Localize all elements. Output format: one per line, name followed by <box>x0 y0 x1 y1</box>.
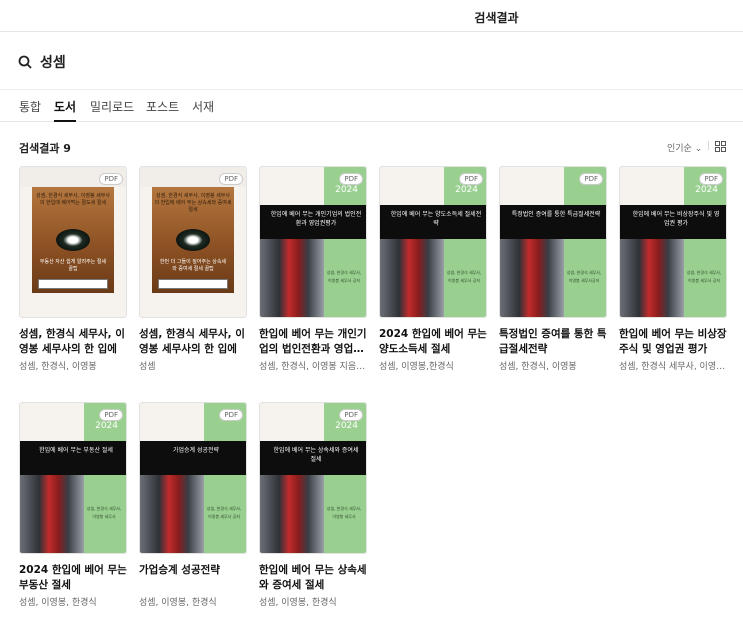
book-title[interactable]: 가업승계 성공전략 <box>139 563 247 593</box>
result-count: 검색결과 9 <box>19 142 71 155</box>
cover-text: 성셈, 한경식 세무사, 이영봉 세무사의 한입에 베어 무는 상속세와 증여세… <box>154 193 232 213</box>
cover-text: 한입에 베어 무는 부동산 절세 <box>39 447 113 454</box>
chevron-down-icon: ⌄ <box>694 144 703 154</box>
cover-info: 성셈, 한경식 세무사, 이영봉 세무사 공저 <box>206 506 242 519</box>
cover-green-band <box>204 403 246 553</box>
cover-train-photo <box>500 239 564 317</box>
grid-view-icon[interactable] <box>715 141 726 152</box>
book-card[interactable]: PDF 2024 한입에 베어 무는 비상장주식 및 영업권 평가 성셈, 한경… <box>619 166 727 372</box>
book-card[interactable]: PDF 성셈, 한경식 세무사, 이영봉 세무사의 한입에 베어먹는 절도세 절… <box>19 166 127 372</box>
cover-box <box>38 279 108 289</box>
book-cover[interactable]: PDF 가업승계 성공전략 성셈, 한경식 세무사, 이영봉 세무사 공저 <box>139 402 247 554</box>
cover-train-photo <box>260 475 324 553</box>
pdf-badge: PDF <box>579 173 603 185</box>
book-card[interactable]: PDF 2024 한입에 베어 무는 부동산 절세 성셈, 한경식 세무사, 이… <box>19 402 127 608</box>
book-author: 성셈 <box>139 362 156 372</box>
cover-subtitle: 부동산 자산 쉽게 알려주는 절세 꿀팁 <box>39 259 107 272</box>
search-bar[interactable]: 성셈 <box>0 32 743 90</box>
book-author: 성셈, 이영봉, 한경식 <box>19 598 97 608</box>
pdf-badge: PDF <box>339 173 363 185</box>
book-card[interactable]: PDF 2024 한입에 베어 무는 상속세와 증여세 절세 성셈, 한경식 세… <box>259 402 367 608</box>
book-cover[interactable]: PDF 2024 한입에 베어 무는 비상장주식 및 영업권 평가 성셈, 한경… <box>619 166 727 318</box>
cover-text: 성셈, 한경식 세무사, 이영봉 세무사의 한입에 베어먹는 절도세 절세 <box>36 193 110 206</box>
pdf-badge: PDF <box>219 173 243 185</box>
page-header: 검색결과 <box>0 0 743 32</box>
tab-bar: 통합 도서 밀리로드 포스트 서재 <box>0 90 743 122</box>
book-title[interactable]: 2024 한입에 베어 무는 부동산 절세 <box>19 563 127 593</box>
tab-all[interactable]: 통합 <box>19 98 41 115</box>
cover-text: 한입에 베어 무는 상속세와 증여세 절세 <box>273 447 359 463</box>
cover-text: 한입에 베어 무는 양도소득세 절세전략 <box>390 211 482 227</box>
book-author: 성셈, 한경식, 이영봉 <box>19 362 97 372</box>
cover-info: 성셈, 한경식 세무사, 이영봉 세무사 공저 <box>446 270 482 283</box>
cover-year: 2024 <box>95 421 118 431</box>
cover-info: 성셈, 한경식 세무사, 이영봉 세무사 <box>86 506 122 519</box>
tab-post[interactable]: 포스트 <box>146 98 179 115</box>
cover-text: 한입에 베어 무는 개인기업의 법인전환과 영업권평가 <box>270 211 362 227</box>
cover-info: 성셈, 한경식 세무사, 이영봉 세무사 공저 <box>686 270 722 283</box>
page-title: 검색결과 <box>474 11 519 25</box>
cover-year: 2024 <box>335 421 358 431</box>
book-title[interactable]: 성셈, 한경식 세무사, 이영봉 세무사의 한 입에 … <box>19 327 127 357</box>
cover-text: 가업승계 성공전략 <box>172 447 220 454</box>
pdf-badge: PDF <box>339 409 363 421</box>
cover-year: 2024 <box>455 185 478 195</box>
cover-train-photo <box>380 239 444 317</box>
cover-info: 성셈, 한경식 세무사, 이영봉 세무사공저 <box>566 270 602 283</box>
book-author: 성셈, 이영봉,한경식 <box>379 362 454 372</box>
cover-sushi-image <box>176 229 210 251</box>
book-title[interactable]: 2024 한입에 베어 무는 양도소득세 절세 <box>379 327 487 357</box>
book-cover[interactable]: PDF 2024 한입에 베어 무는 부동산 절세 성셈, 한경식 세무사, 이… <box>19 402 127 554</box>
book-author: 성셈, 한경식 세무사, 이영… <box>619 362 726 372</box>
cover-subtitle: 한번 더 그들이 짚어주는 상속세와 증여세 절세 꿀팁 <box>159 259 227 272</box>
book-cover[interactable]: PDF 특정법인 증여를 통한 특급절세전략 성셈, 한경식 세무사, 이영봉 … <box>499 166 607 318</box>
book-title[interactable]: 특정법인 증여를 통한 특급절세전략 <box>499 327 607 357</box>
cover-info: 성셈, 한경식 세무사, 이영봉 세무사 공저 <box>326 270 362 283</box>
cover-train-photo <box>260 239 324 317</box>
pdf-badge: PDF <box>699 173 723 185</box>
pdf-badge: PDF <box>99 173 123 185</box>
cover-box <box>158 279 228 289</box>
book-title[interactable]: 성셈, 한경식 세무사, 이영봉 세무사의 한 입에 … <box>139 327 247 357</box>
cover-info: 성셈, 한경식 세무사, 이영봉 세무사 <box>326 506 362 519</box>
book-card[interactable]: PDF 2024 한입에 베어 무는 양도소득세 절세전략 성셈, 한경식 세무… <box>379 166 487 372</box>
book-card[interactable]: PDF 2024 한입에 베어 무는 개인기업의 법인전환과 영업권평가 성셈,… <box>259 166 367 372</box>
search-query[interactable]: 성셈 <box>40 52 66 72</box>
book-cover[interactable]: PDF 성셈, 한경식 세무사, 이영봉 세무사의 한입에 베어먹는 절도세 절… <box>19 166 127 318</box>
cover-train-photo <box>620 239 684 317</box>
cover-text: 한입에 베어 무는 비상장주식 및 영업권 평가 <box>632 211 720 227</box>
pdf-badge: PDF <box>459 173 483 185</box>
book-title[interactable]: 한입에 베어 무는 상속세와 증여세 절세 <box>259 563 367 593</box>
book-author: 성셈, 한경식, 이영봉 지음/ … <box>259 362 367 372</box>
tab-books[interactable]: 도서 <box>54 98 77 122</box>
book-author: 성셈, 이영봉, 한경식 <box>139 598 217 608</box>
book-card[interactable]: PDF 가업승계 성공전략 성셈, 한경식 세무사, 이영봉 세무사 공저 가업… <box>139 402 247 608</box>
cover-train-photo <box>20 475 84 553</box>
sort-dropdown[interactable]: 인기순 ⌄ <box>667 141 702 154</box>
cover-year: 2024 <box>695 185 718 195</box>
cover-sushi-image <box>56 229 90 251</box>
book-card[interactable]: PDF 성셈, 한경식 세무사, 이영봉 세무사의 한입에 베어 무는 상속세와… <box>139 166 247 372</box>
cover-green-band <box>564 167 606 317</box>
pdf-badge: PDF <box>219 409 243 421</box>
book-author: 성셈, 이영봉, 한경식 <box>259 598 337 608</box>
book-author: 성셈, 한경식, 이영봉 <box>499 362 577 372</box>
book-cover[interactable]: PDF 2024 한입에 베어 무는 상속세와 증여세 절세 성셈, 한경식 세… <box>259 402 367 554</box>
divider: | <box>707 141 711 151</box>
book-card[interactable]: PDF 특정법인 증여를 통한 특급절세전략 성셈, 한경식 세무사, 이영봉 … <box>499 166 607 372</box>
sort-label: 인기순 <box>667 144 692 154</box>
cover-text: 특정법인 증여를 통한 특급절세전략 <box>511 211 601 218</box>
book-title[interactable]: 한입에 베어 무는 비상장주식 및 영업권 평가 <box>619 327 727 357</box>
tab-library[interactable]: 서재 <box>192 98 214 115</box>
cover-year: 2024 <box>335 185 358 195</box>
pdf-badge: PDF <box>99 409 123 421</box>
book-title[interactable]: 한입에 베어 무는 개인기업의 법인전환과 영업… <box>259 327 367 357</box>
book-cover[interactable]: PDF 2024 한입에 베어 무는 개인기업의 법인전환과 영업권평가 성셈,… <box>259 166 367 318</box>
book-cover[interactable]: PDF 성셈, 한경식 세무사, 이영봉 세무사의 한입에 베어 무는 상속세와… <box>139 166 247 318</box>
cover-train-photo <box>140 475 204 553</box>
book-cover[interactable]: PDF 2024 한입에 베어 무는 양도소득세 절세전략 성셈, 한경식 세무… <box>379 166 487 318</box>
search-icon[interactable] <box>18 55 32 69</box>
tab-milli-road[interactable]: 밀리로드 <box>90 98 134 115</box>
